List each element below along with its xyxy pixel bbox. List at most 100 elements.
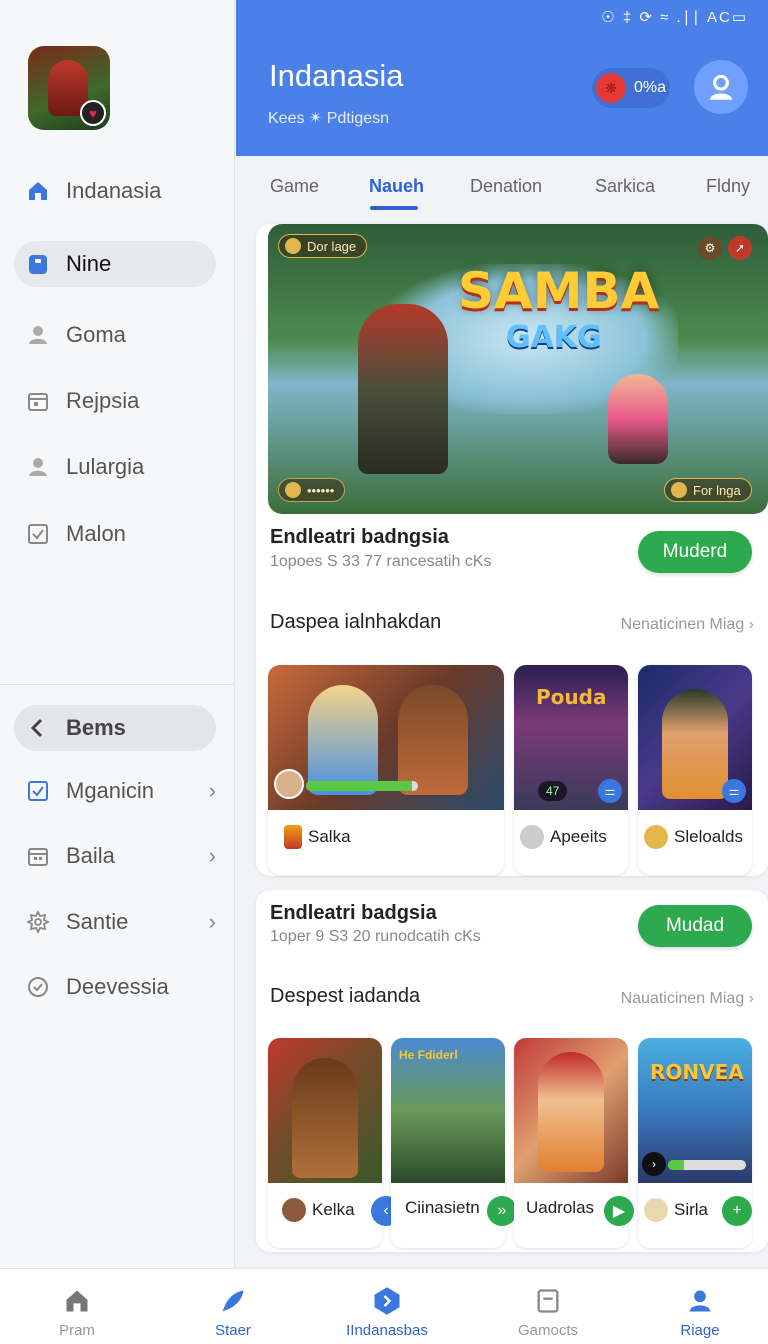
play-button[interactable]: ▶ [604,1196,634,1226]
coin-balance[interactable]: ❋ 0%a [592,68,670,108]
tile-label-row: Kelka [282,1198,355,1222]
play-icon [372,1286,402,1316]
feature-subtitle: 1oper 9 S3 20 runodcatih cKs [270,928,481,945]
warrior-character [358,304,448,474]
next-button[interactable]: » [487,1196,517,1226]
feature-title: Endleatri badngsia [270,526,449,548]
sidebar-item-mganicin[interactable]: Mganicin › [14,768,216,814]
game-thumbnail: RONVEA › [638,1038,752,1183]
back-button[interactable]: Bems [14,705,216,751]
game-thumbnail [514,1038,628,1183]
game-thumbnail: He Fdiderl [391,1038,505,1183]
game-thumbnail [268,1038,382,1183]
level-chip: 47 [538,781,568,801]
character-cap [538,1052,604,1172]
game-tile[interactable]: Pouda 47 ⚌ Apeeits [514,665,628,875]
app-logo[interactable]: ♥ [28,46,110,130]
nav-label: Riage [680,1322,720,1339]
tab-sarkica[interactable]: Sarkica [595,176,655,197]
tile-label-row: Sleloalds [644,825,743,849]
feature-title: Endleatri badgsia [270,902,437,924]
calendar-icon [26,389,50,413]
coin-amount: 0%a [634,79,667,96]
sidebar-item-goma[interactable]: Goma [14,312,216,358]
share-icon[interactable]: ➚ [728,236,752,260]
tab-fldny[interactable]: Fldny [706,176,750,197]
game-tile[interactable]: Salka [268,665,504,875]
game-logo: SAMBA [458,262,660,320]
nav-label: Staer [215,1322,251,1339]
sidebar-item-label: Deevessia [66,974,169,999]
page-subtitle: Kees ✴ Pdtigesn [268,110,390,127]
hero-progress-chip: •••••• [278,478,346,502]
nav-riage[interactable]: Riage [640,1269,760,1344]
tile-label: Ciinasietn [405,1198,480,1217]
see-more-link[interactable]: Nauaticinen Miag › [621,990,754,1008]
hero-tag[interactable]: Dor lage [278,234,368,258]
shield-icon [285,238,301,254]
add-button[interactable]: + [722,1196,752,1226]
nav-indanasbas[interactable]: IIndanasbas [327,1269,447,1344]
sidebar-item-label: Malon [66,521,126,546]
controller-icon: ⚌ [598,779,622,803]
profile-icon [685,1286,715,1316]
settings-icon[interactable]: ⚙ [698,236,722,260]
tab-underline [370,206,418,210]
sidebar-item-label: Lulargia [66,454,145,479]
game-tile[interactable]: Kelka [268,1038,382,1248]
sidebar-item-label: Rejpsia [66,388,140,413]
game-thumbnail [268,665,504,810]
featured-card-1: SAMBA GAKG Dor lage ⚙ ➚ •••••• For lnga … [256,224,768,876]
tile-label-row: Salka [284,825,351,849]
controller-icon: ⚌ [722,779,746,803]
document-icon [533,1286,563,1316]
tab-bar: Game Naueh Denation Sarkica Fldny [236,156,768,216]
sidebar-item-label: Baila [66,843,115,868]
hero-banner[interactable]: SAMBA GAKG Dor lage ⚙ ➚ •••••• For lnga [268,224,768,514]
nav-pram[interactable]: Pram [17,1269,137,1344]
sidebar-item-label: Indanasia [66,178,162,203]
nav-label: IIndanasbas [346,1322,428,1339]
chevron-right-icon: › [208,843,216,868]
primary-button[interactable]: Muderd [638,531,752,573]
avatar [644,825,668,849]
nav-gamocts[interactable]: Gamocts [488,1269,608,1344]
sidebar-item-lulargia[interactable]: Lulargia [14,444,216,490]
game-thumbnail: Pouda 47 ⚌ [514,665,628,810]
person-icon [26,455,50,479]
tile-label: Sirla [674,1200,709,1219]
hero-chip-right[interactable]: For lnga [664,478,752,502]
badge-icon [26,252,50,276]
sidebar-item-indanasia[interactable]: Indanasia [14,168,216,214]
sidebar-item-deevessia[interactable]: Deevessia [14,964,216,1010]
clock-icon [26,975,50,999]
page-title: Indanasia [269,58,404,93]
rocket-icon [218,1286,248,1316]
tab-denation[interactable]: Denation [470,176,542,197]
app-header: ☉ ‡ ⟳ ≈ .∣∣ AC▭ Indanasia Kees ✴ Pdtiges… [236,0,768,156]
sidebar-item-rejpsia[interactable]: Rejpsia [14,378,216,424]
back-label: Bems [66,715,126,740]
nav-label: Pram [59,1322,95,1339]
profile-avatar[interactable] [694,60,748,114]
thumb-title: Pouda [536,685,607,709]
character-kid [292,1058,358,1178]
hero-progress-text: •••••• [307,482,335,498]
tab-naueh[interactable]: Naueh [369,176,424,197]
nav-staer[interactable]: Staer [173,1269,293,1344]
home-icon [62,1286,92,1316]
tab-game[interactable]: Game [270,176,319,197]
home-icon [26,179,50,203]
sidebar-item-malon[interactable]: Malon [14,511,216,557]
nav-label: Gamocts [517,1322,578,1339]
sidebar-item-nine[interactable]: Nine [14,241,216,287]
primary-button[interactable]: Mudad [638,905,752,947]
game-logo-sub: GAKG [506,320,602,355]
sidebar-item-santie[interactable]: Santie › [14,899,216,945]
heart-icon: ♥ [80,100,106,126]
tile-label: Apeeits [550,827,607,846]
sidebar-item-baila[interactable]: Baila › [14,833,216,879]
game-tile[interactable]: ⚌ Sleloalds [638,665,752,875]
see-more-link[interactable]: Nenaticinen Miag › [621,616,754,634]
progress-fill [306,781,413,791]
